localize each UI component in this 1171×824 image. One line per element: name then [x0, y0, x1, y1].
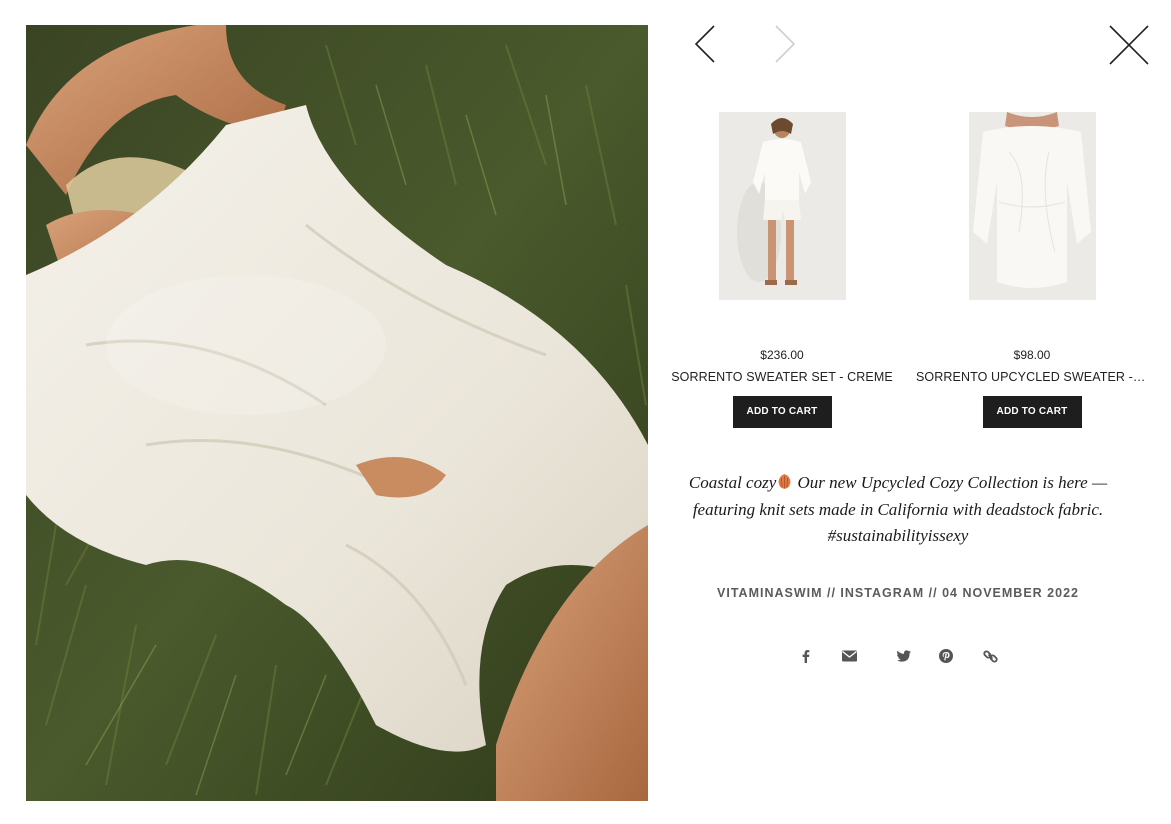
post-meta: VITAMINASWIM // INSTAGRAM // 04 NOVEMBER…	[717, 586, 1079, 600]
product-price: $236.00	[760, 348, 804, 362]
link-icon	[982, 649, 998, 663]
instagram-lightbox: $236.00 SORRENTO SWEATER SET - CREME ADD…	[0, 0, 1171, 824]
add-to-cart-button[interactable]: ADD TO CART	[982, 396, 1082, 428]
caption-text-start: Coastal cozy	[688, 473, 777, 492]
product-card: $236.00 SORRENTO SWEATER SET - CREME ADD…	[662, 112, 902, 428]
post-photo	[26, 25, 648, 801]
twitter-icon	[897, 650, 911, 662]
chevron-left-icon	[694, 25, 715, 63]
product-image[interactable]	[718, 112, 846, 300]
share-pinterest-button[interactable]	[934, 646, 958, 666]
pinterest-icon	[939, 649, 953, 663]
product-image[interactable]	[968, 112, 1096, 300]
shell-emoji-icon	[778, 474, 791, 489]
add-to-cart-button[interactable]: ADD TO CART	[732, 396, 832, 428]
product-card: $98.00 SORRENTO UPCYCLED SWEATER - CREME…	[912, 112, 1152, 428]
share-email-button[interactable]	[837, 646, 861, 666]
share-facebook-button[interactable]	[794, 646, 818, 666]
product-name[interactable]: SORRENTO UPCYCLED SWEATER - CREME	[912, 369, 1152, 385]
chevron-right-icon	[775, 25, 796, 63]
next-post-button[interactable]	[764, 22, 808, 66]
share-twitter-button[interactable]	[892, 646, 916, 666]
close-button[interactable]	[1106, 22, 1152, 68]
product-price: $98.00	[1013, 348, 1051, 362]
post-caption: Coastal cozy Our new Upcycled Cozy Colle…	[672, 470, 1124, 550]
previous-post-button[interactable]	[688, 22, 732, 66]
copy-link-button[interactable]	[978, 646, 1002, 666]
envelope-icon	[841, 650, 857, 662]
close-icon	[1109, 25, 1149, 65]
product-name[interactable]: SORRENTO SWEATER SET - CREME	[662, 369, 902, 385]
facebook-icon	[802, 650, 810, 663]
